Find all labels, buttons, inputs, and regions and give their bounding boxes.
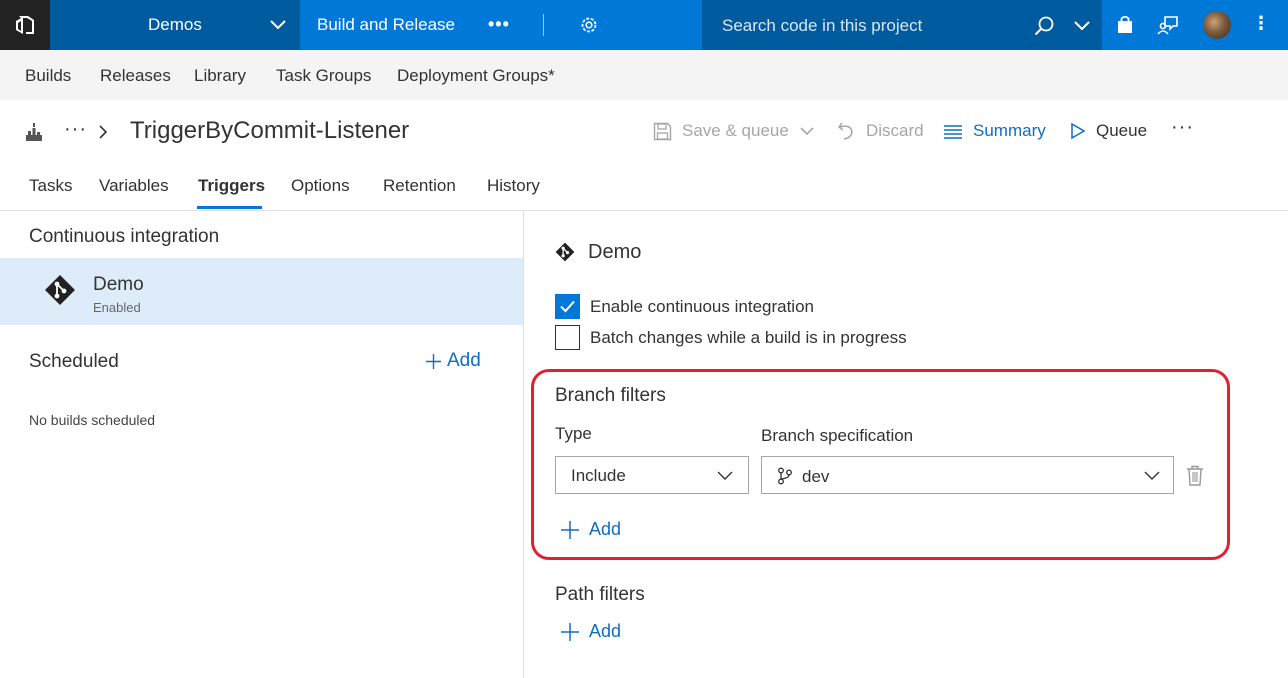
summary-label: Summary — [973, 121, 1046, 140]
chevron-down-icon — [717, 471, 733, 480]
no-schedules-message: No builds scheduled — [29, 412, 156, 428]
tab-options[interactable]: Options — [291, 176, 350, 196]
queue-label: Queue — [1096, 121, 1148, 140]
search-icon[interactable] — [1033, 15, 1055, 37]
more-actions-button[interactable]: ··· — [1171, 116, 1194, 139]
nav-releases[interactable]: Releases — [100, 66, 171, 86]
save-and-queue-label: Save & queue — [682, 121, 789, 140]
delete-filter-icon[interactable] — [1186, 465, 1204, 486]
branch-filters-heading: Branch filters — [555, 385, 666, 406]
add-branch-filter-label: Add — [589, 519, 622, 539]
user-avatar[interactable] — [1203, 11, 1231, 39]
chevron-down-icon[interactable] — [1073, 18, 1091, 32]
nav-task-groups[interactable]: Task Groups — [276, 66, 371, 86]
add-schedule-button[interactable]: Add — [426, 350, 481, 372]
chevron-down-icon[interactable] — [799, 125, 815, 137]
chevron-down-icon — [270, 20, 286, 30]
checkmark-icon — [560, 300, 575, 313]
tab-variables[interactable]: Variables — [99, 176, 169, 196]
add-branch-filter-button[interactable]: Add — [561, 519, 621, 540]
ci-item-status: Enabled — [93, 300, 141, 315]
add-path-filter-button[interactable]: Add — [561, 621, 621, 642]
nav-deployment-groups[interactable]: Deployment Groups* — [397, 66, 555, 86]
pane-divider[interactable] — [523, 211, 524, 678]
play-icon — [1071, 122, 1086, 140]
branch-spec-combobox[interactable]: dev — [761, 456, 1174, 494]
ci-trigger-demo[interactable]: Demo Enabled — [0, 258, 523, 325]
branch-spec-value: dev — [802, 467, 830, 486]
git-repo-icon — [555, 242, 575, 262]
type-label: Type — [555, 424, 592, 443]
build-pipeline-icon — [26, 123, 42, 141]
queue-button[interactable]: Queue — [1070, 121, 1147, 141]
batch-changes-label[interactable]: Batch changes while a build is in progre… — [590, 328, 907, 348]
git-repo-icon — [45, 275, 75, 305]
enable-ci-label[interactable]: Enable continuous integration — [590, 297, 814, 317]
branch-icon — [778, 467, 792, 485]
chevron-down-icon[interactable] — [1143, 469, 1161, 481]
enable-ci-checkbox[interactable] — [555, 294, 580, 319]
divider — [0, 210, 1288, 211]
save-and-queue-button[interactable]: Save & queue — [653, 121, 815, 141]
add-schedule-label: Add — [447, 350, 481, 371]
feedback-icon[interactable] — [1157, 14, 1179, 36]
more-hubs-icon[interactable]: ••• — [488, 14, 510, 35]
breadcrumb-more[interactable]: ··· — [64, 118, 87, 141]
project-name: Demos — [148, 15, 202, 34]
ci-heading: Continuous integration — [29, 226, 220, 247]
branch-spec-label: Branch specification — [761, 426, 914, 445]
project-selector[interactable]: Demos — [50, 0, 300, 50]
summary-button[interactable]: Summary — [943, 121, 1046, 141]
hub-nav: Builds Releases Library Task Groups Depl… — [0, 50, 1288, 100]
ci-item-name: Demo — [93, 274, 144, 295]
tab-tasks[interactable]: Tasks — [29, 176, 72, 196]
undo-icon — [837, 122, 853, 140]
gear-icon[interactable] — [579, 15, 599, 35]
save-icon — [653, 122, 672, 140]
nav-builds[interactable]: Builds — [25, 66, 71, 86]
more-options-icon[interactable]: ⋮ — [1252, 13, 1270, 34]
search-box[interactable]: Search code in this project — [702, 0, 1102, 50]
hub-build-and-release[interactable]: Build and Release — [317, 15, 455, 35]
tab-history[interactable]: History — [487, 176, 540, 196]
plus-icon — [561, 622, 579, 641]
discard-button[interactable]: Discard — [836, 121, 924, 141]
tab-retention[interactable]: Retention — [383, 176, 456, 196]
marketplace-bag-icon[interactable] — [1115, 14, 1135, 36]
chevron-right-icon — [99, 125, 108, 139]
active-tab-indicator — [197, 206, 262, 209]
divider — [543, 14, 544, 36]
scheduled-heading: Scheduled — [29, 351, 119, 372]
plus-icon — [426, 353, 441, 369]
tab-triggers[interactable]: Triggers — [198, 176, 265, 196]
batch-changes-checkbox[interactable] — [555, 325, 580, 350]
list-icon — [944, 125, 962, 139]
add-path-filter-label: Add — [589, 621, 622, 641]
repository-title: Demo — [588, 241, 642, 263]
top-bar: Demos Build and Release ••• Search code … — [0, 0, 1288, 50]
discard-label: Discard — [866, 121, 924, 140]
top-right-icons: ⋮ — [1102, 0, 1288, 50]
search-input[interactable]: Search code in this project — [722, 16, 922, 36]
page-title: TriggerByCommit-Listener — [130, 117, 410, 144]
vsts-logo-icon[interactable] — [0, 0, 50, 50]
path-filters-heading: Path filters — [555, 584, 645, 605]
filter-type-dropdown[interactable]: Include — [555, 456, 749, 494]
plus-icon — [561, 520, 579, 539]
hub-area: Build and Release ••• — [300, 0, 702, 50]
nav-library[interactable]: Library — [194, 66, 246, 86]
filter-type-value: Include — [571, 466, 626, 485]
